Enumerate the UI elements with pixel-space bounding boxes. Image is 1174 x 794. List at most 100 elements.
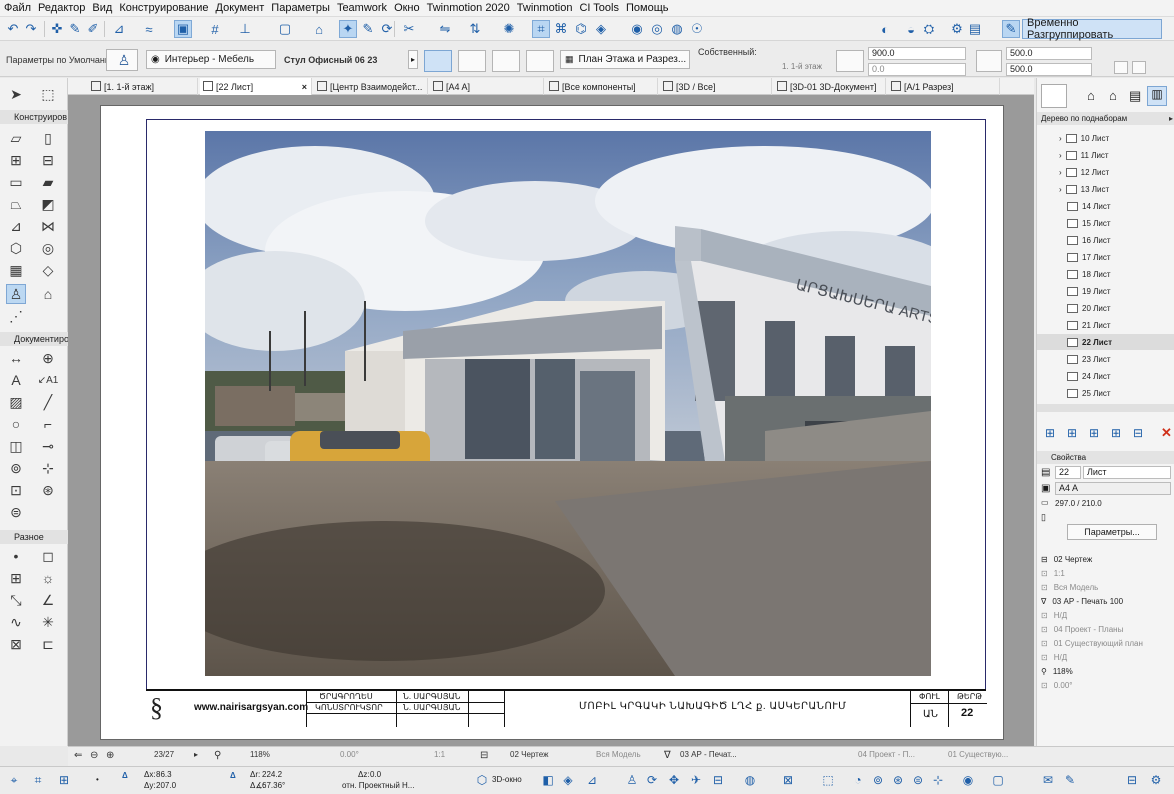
marquee-icon[interactable]: ◍: [668, 20, 686, 38]
dimension-prop[interactable]: ⊡ Н/Д: [1041, 650, 1173, 664]
publisher-icon[interactable]: ▥: [1147, 86, 1167, 106]
delete-icon[interactable]: ✕: [1161, 425, 1172, 441]
zone-tool-icon[interactable]: ◎: [38, 238, 58, 258]
display-icon[interactable]: ▢: [990, 772, 1006, 788]
marquee-3d-icon[interactable]: ⬚: [820, 772, 836, 788]
snap-dot-icon[interactable]: •: [96, 775, 99, 784]
fly-icon[interactable]: ✈: [688, 772, 704, 788]
3d-window-label[interactable]: 3D-окно: [492, 775, 522, 784]
label-tool-icon[interactable]: ↙A1: [38, 370, 59, 390]
mvo-prop[interactable]: ⊡ Н/Д: [1041, 608, 1173, 622]
sheet-number-field[interactable]: 22: [1055, 466, 1081, 479]
navigator-menu-icon[interactable]: [1041, 84, 1067, 108]
magic-wand-icon[interactable]: ✦: [339, 20, 357, 38]
tab-3d-all[interactable]: [3D / Все]: [660, 78, 772, 95]
spline-tool-icon[interactable]: ∿: [6, 612, 26, 632]
settings-icon[interactable]: ⚙: [948, 20, 966, 38]
menu-ci-tools[interactable]: CI Tools: [579, 2, 619, 14]
undo-zoom-icon[interactable]: ⇐: [74, 750, 82, 761]
menu-view[interactable]: Вид: [92, 2, 112, 14]
sheet-18[interactable]: 18 Лист: [1037, 266, 1174, 282]
new-layout-icon[interactable]: ⊞: [1045, 426, 1055, 440]
menu-options[interactable]: Параметры: [271, 2, 330, 14]
layout-book-icon[interactable]: ▤: [1129, 88, 1141, 104]
line-tool-icon[interactable]: ╱: [38, 392, 58, 412]
railing-tool-icon[interactable]: ⋈: [38, 216, 58, 236]
3d-filter-icon[interactable]: ⊿: [584, 772, 600, 788]
size-icon[interactable]: [976, 50, 1002, 72]
3d-box-icon[interactable]: [458, 50, 486, 72]
sun-tool-icon[interactable]: ☼: [38, 568, 58, 588]
section-document[interactable]: Документиро: [0, 332, 69, 346]
master-layout-field[interactable]: A4 A: [1055, 482, 1171, 495]
suspend-groups-icon[interactable]: ▢: [276, 20, 294, 38]
section-design[interactable]: Конструиров: [0, 110, 68, 124]
zoom-in-icon[interactable]: ⊕: [106, 750, 114, 761]
change-tool-icon[interactable]: ⊹: [38, 458, 58, 478]
morph-tool-icon[interactable]: ⬡: [6, 238, 26, 258]
sheet-13[interactable]: › 13 Лист: [1037, 181, 1174, 197]
sheet-14[interactable]: 14 Лист: [1037, 198, 1174, 214]
intersect-icon[interactable]: ⌘: [552, 20, 570, 38]
structure-prop[interactable]: ⊡ Вся Модель: [1041, 580, 1173, 594]
elevation-tool-icon[interactable]: ⊚: [6, 458, 26, 478]
menu-twinmotion-2020[interactable]: Twinmotion 2020: [427, 2, 510, 14]
roof-tool-icon[interactable]: ⏢: [6, 194, 26, 214]
reference-value[interactable]: отн. Проектный Н...: [342, 781, 414, 790]
project-map-icon[interactable]: ⌂: [1087, 88, 1095, 103]
comment-icon[interactable]: ✉: [1040, 772, 1056, 788]
trim-icon[interactable]: ⌗: [532, 20, 550, 38]
hotspot-tool-icon[interactable]: •: [6, 546, 26, 566]
eyedropper-icon[interactable]: ✎: [66, 20, 84, 38]
wall-end-icon[interactable]: ⊏: [38, 634, 58, 654]
graduation-icon[interactable]: ⛭: [920, 20, 938, 38]
layer-combo-prop[interactable]: ⊟ 02 Чертеж: [1041, 552, 1173, 566]
sheet-11[interactable]: › 11 Лист: [1037, 147, 1174, 163]
figure-tool-icon[interactable]: ◫: [6, 436, 26, 456]
syringe-icon[interactable]: ✐: [84, 20, 102, 38]
slab-tool-icon[interactable]: ▰: [38, 172, 58, 192]
anchor-icon[interactable]: [1114, 61, 1128, 74]
3d-style-icon[interactable]: ◎: [648, 20, 666, 38]
circle-tool-icon[interactable]: ○: [6, 414, 26, 434]
mesh-tool-icon[interactable]: ⋰: [6, 306, 26, 326]
next-page-icon[interactable]: ▸: [194, 750, 198, 759]
3d-box-icon[interactable]: ◈: [560, 772, 576, 788]
sheet-24[interactable]: 24 Лист: [1037, 368, 1174, 384]
camera-tool-icon[interactable]: ◻: [38, 546, 58, 566]
worksheet-tool-icon[interactable]: ⊡: [6, 480, 26, 500]
new-subset-icon[interactable]: ⊞: [1067, 426, 1077, 440]
pen-set-value[interactable]: 03 АР - Печат...: [680, 750, 737, 759]
sheet-15[interactable]: 15 Лист: [1037, 215, 1174, 231]
shell-tool-icon[interactable]: ◩: [38, 194, 58, 214]
sheet-19[interactable]: 19 Лист: [1037, 283, 1174, 299]
collapse-icon[interactable]: ⊟: [1124, 772, 1140, 788]
sheet-25[interactable]: 25 Лист: [1037, 385, 1174, 401]
section-icon[interactable]: [492, 50, 520, 72]
sheet-10[interactable]: › 10 Лист: [1037, 130, 1174, 146]
menu-window[interactable]: Окно: [394, 2, 420, 14]
grid-icon[interactable]: #: [206, 20, 224, 38]
zoom-value[interactable]: 118%: [250, 750, 270, 759]
worksheet-marker-icon[interactable]: ⊜: [910, 772, 926, 788]
menu-edit[interactable]: Редактор: [38, 2, 85, 14]
select-icon[interactable]: ◔: [850, 772, 866, 788]
depth-field[interactable]: 500.0: [1006, 63, 1092, 76]
rotation-prop[interactable]: ⊡ 0.00°: [1041, 678, 1173, 692]
layer-combo-value[interactable]: 02 Чертеж: [510, 750, 548, 759]
view-type-dropdown[interactable]: ▦ План Этажа и Разрез...: [560, 50, 690, 69]
orbit-icon[interactable]: ⟳: [644, 772, 660, 788]
wall-tool-icon[interactable]: ▱: [6, 128, 26, 148]
explode-icon[interactable]: ✺: [500, 20, 518, 38]
scale-value[interactable]: 1:1: [434, 750, 445, 759]
camera-icon[interactable]: ◉: [960, 772, 976, 788]
sheet-22-selected[interactable]: 22 Лист: [1037, 334, 1174, 350]
offset-field[interactable]: 0.0: [868, 63, 966, 76]
skylight-tool-icon[interactable]: ◇: [38, 260, 58, 280]
scissors-icon[interactable]: ✂: [400, 20, 418, 38]
zoom-out-icon[interactable]: ⊖: [90, 750, 98, 761]
sheet-17[interactable]: 17 Лист: [1037, 249, 1174, 265]
menu-document[interactable]: Документ: [216, 2, 265, 14]
mirror-toggle-icon[interactable]: [1132, 61, 1146, 74]
doc-icon[interactable]: ▤: [966, 20, 984, 38]
